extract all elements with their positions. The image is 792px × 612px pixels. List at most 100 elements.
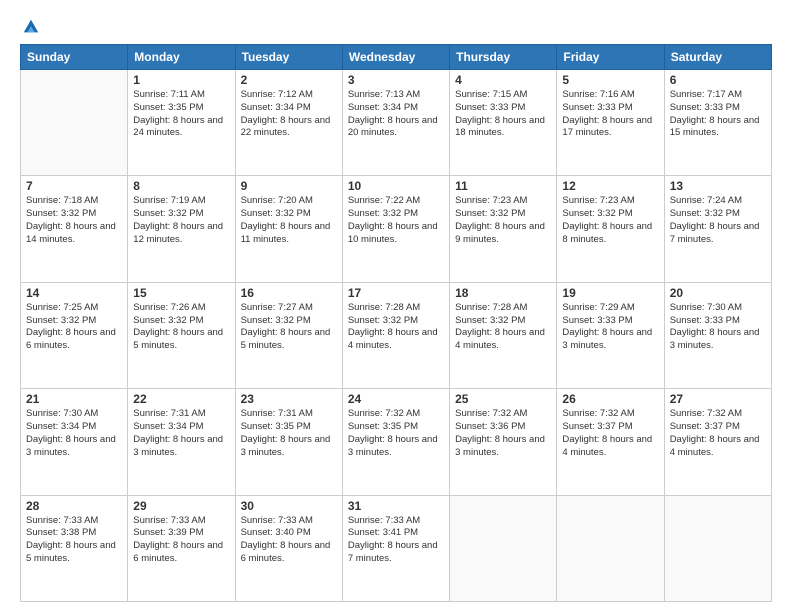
- calendar-cell: 9 Sunrise: 7:20 AM Sunset: 3:32 PM Daylig…: [235, 176, 342, 282]
- day-info: Sunrise: 7:11 AM Sunset: 3:35 PM Dayligh…: [133, 89, 229, 140]
- calendar-cell: 22 Sunrise: 7:31 AM Sunset: 3:34 PM Dayli…: [128, 389, 235, 495]
- header: [20, 18, 772, 36]
- calendar-cell: 31 Sunrise: 7:33 AM Sunset: 3:41 PM Dayli…: [342, 495, 449, 601]
- day-number: 25: [455, 392, 551, 406]
- calendar-cell: 14 Sunrise: 7:25 AM Sunset: 3:32 PM Dayli…: [21, 282, 128, 388]
- calendar-cell: [450, 495, 557, 601]
- calendar-cell: 21 Sunrise: 7:30 AM Sunset: 3:34 PM Dayli…: [21, 389, 128, 495]
- calendar-cell: 23Sunrise: 7:31 AM Sunset: 3:35 PM Dayli…: [235, 389, 342, 495]
- day-number: 3: [348, 73, 444, 87]
- weekday-header-wednesday: Wednesday: [342, 45, 449, 70]
- day-number: 4: [455, 73, 551, 87]
- day-number: 8: [133, 179, 229, 193]
- day-info: Sunrise: 7:33 AM Sunset: 3:38 PM Dayligh…: [26, 515, 122, 566]
- weekday-header-monday: Monday: [128, 45, 235, 70]
- calendar-cell: 24 Sunrise: 7:32 AM Sunset: 3:35 PM Dayli…: [342, 389, 449, 495]
- calendar-cell: 28 Sunrise: 7:33 AM Sunset: 3:38 PM Dayli…: [21, 495, 128, 601]
- day-info: Sunrise: 7:32 AM Sunset: 3:36 PM Dayligh…: [455, 408, 551, 459]
- day-info: Sunrise: 7:28 AM Sunset: 3:32 PM Dayligh…: [348, 302, 444, 353]
- day-info: Sunrise: 7:20 AM Sunset: 3:32 PM Dayligh…: [241, 195, 337, 246]
- day-info: Sunrise: 7:23 AM Sunset: 3:32 PM Dayligh…: [562, 195, 658, 246]
- calendar-table: SundayMondayTuesdayWednesdayThursdayFrid…: [20, 44, 772, 602]
- calendar-cell: [557, 495, 664, 601]
- calendar-cell: 18 Sunrise: 7:28 AM Sunset: 3:32 PM Dayli…: [450, 282, 557, 388]
- day-number: 14: [26, 286, 122, 300]
- day-info: Sunrise: 7:32 AM Sunset: 3:37 PM Dayligh…: [562, 408, 658, 459]
- day-number: 12: [562, 179, 658, 193]
- day-number: 31: [348, 499, 444, 513]
- calendar-cell: 5Sunrise: 7:16 AM Sunset: 3:33 PM Daylig…: [557, 70, 664, 176]
- page: SundayMondayTuesdayWednesdayThursdayFrid…: [0, 0, 792, 612]
- calendar-cell: 6 Sunrise: 7:17 AM Sunset: 3:33 PM Daylig…: [664, 70, 771, 176]
- day-info: Sunrise: 7:32 AM Sunset: 3:37 PM Dayligh…: [670, 408, 766, 459]
- day-number: 30: [241, 499, 337, 513]
- day-info: Sunrise: 7:23 AM Sunset: 3:32 PM Dayligh…: [455, 195, 551, 246]
- day-number: 6: [670, 73, 766, 87]
- day-number: 13: [670, 179, 766, 193]
- calendar-cell: 19 Sunrise: 7:29 AM Sunset: 3:33 PM Dayli…: [557, 282, 664, 388]
- day-number: 9: [241, 179, 337, 193]
- day-number: 18: [455, 286, 551, 300]
- day-number: 26: [562, 392, 658, 406]
- day-info: Sunrise: 7:28 AM Sunset: 3:32 PM Dayligh…: [455, 302, 551, 353]
- calendar-cell: 1 Sunrise: 7:11 AM Sunset: 3:35 PM Daylig…: [128, 70, 235, 176]
- day-number: 1: [133, 73, 229, 87]
- day-number: 22: [133, 392, 229, 406]
- day-number: 15: [133, 286, 229, 300]
- day-info: Sunrise: 7:25 AM Sunset: 3:32 PM Dayligh…: [26, 302, 122, 353]
- day-number: 11: [455, 179, 551, 193]
- day-number: 27: [670, 392, 766, 406]
- calendar-cell: 3Sunrise: 7:13 AM Sunset: 3:34 PM Daylig…: [342, 70, 449, 176]
- day-number: 24: [348, 392, 444, 406]
- calendar-cell: 4 Sunrise: 7:15 AM Sunset: 3:33 PM Daylig…: [450, 70, 557, 176]
- week-row-3: 14 Sunrise: 7:25 AM Sunset: 3:32 PM Dayli…: [21, 282, 772, 388]
- calendar-cell: 12 Sunrise: 7:23 AM Sunset: 3:32 PM Dayli…: [557, 176, 664, 282]
- week-row-2: 7 Sunrise: 7:18 AM Sunset: 3:32 PM Daylig…: [21, 176, 772, 282]
- weekday-header-row: SundayMondayTuesdayWednesdayThursdayFrid…: [21, 45, 772, 70]
- calendar-cell: 27 Sunrise: 7:32 AM Sunset: 3:37 PM Dayli…: [664, 389, 771, 495]
- day-info: Sunrise: 7:24 AM Sunset: 3:32 PM Dayligh…: [670, 195, 766, 246]
- calendar-cell: 10 Sunrise: 7:22 AM Sunset: 3:32 PM Dayli…: [342, 176, 449, 282]
- calendar-cell: 7 Sunrise: 7:18 AM Sunset: 3:32 PM Daylig…: [21, 176, 128, 282]
- calendar-cell: 15 Sunrise: 7:26 AM Sunset: 3:32 PM Dayli…: [128, 282, 235, 388]
- day-number: 28: [26, 499, 122, 513]
- day-info: Sunrise: 7:27 AM Sunset: 3:32 PM Dayligh…: [241, 302, 337, 353]
- weekday-header-friday: Friday: [557, 45, 664, 70]
- weekday-header-saturday: Saturday: [664, 45, 771, 70]
- day-info: Sunrise: 7:17 AM Sunset: 3:33 PM Dayligh…: [670, 89, 766, 140]
- day-info: Sunrise: 7:32 AM Sunset: 3:35 PM Dayligh…: [348, 408, 444, 459]
- day-number: 19: [562, 286, 658, 300]
- day-number: 16: [241, 286, 337, 300]
- calendar-cell: 26 Sunrise: 7:32 AM Sunset: 3:37 PM Dayli…: [557, 389, 664, 495]
- day-info: Sunrise: 7:33 AM Sunset: 3:41 PM Dayligh…: [348, 515, 444, 566]
- day-number: 21: [26, 392, 122, 406]
- day-info: Sunrise: 7:26 AM Sunset: 3:32 PM Dayligh…: [133, 302, 229, 353]
- week-row-1: 1 Sunrise: 7:11 AM Sunset: 3:35 PM Daylig…: [21, 70, 772, 176]
- calendar-cell: 17Sunrise: 7:28 AM Sunset: 3:32 PM Dayli…: [342, 282, 449, 388]
- calendar-cell: 25 Sunrise: 7:32 AM Sunset: 3:36 PM Dayli…: [450, 389, 557, 495]
- calendar-cell: [664, 495, 771, 601]
- day-number: 23: [241, 392, 337, 406]
- day-info: Sunrise: 7:29 AM Sunset: 3:33 PM Dayligh…: [562, 302, 658, 353]
- day-info: Sunrise: 7:18 AM Sunset: 3:32 PM Dayligh…: [26, 195, 122, 246]
- logo-icon: [22, 18, 40, 36]
- day-info: Sunrise: 7:30 AM Sunset: 3:34 PM Dayligh…: [26, 408, 122, 459]
- calendar-cell: 13 Sunrise: 7:24 AM Sunset: 3:32 PM Dayli…: [664, 176, 771, 282]
- day-info: Sunrise: 7:33 AM Sunset: 3:39 PM Dayligh…: [133, 515, 229, 566]
- day-info: Sunrise: 7:12 AM Sunset: 3:34 PM Dayligh…: [241, 89, 337, 140]
- calendar-cell: 8 Sunrise: 7:19 AM Sunset: 3:32 PM Daylig…: [128, 176, 235, 282]
- calendar-cell: 16 Sunrise: 7:27 AM Sunset: 3:32 PM Dayli…: [235, 282, 342, 388]
- day-info: Sunrise: 7:15 AM Sunset: 3:33 PM Dayligh…: [455, 89, 551, 140]
- day-number: 10: [348, 179, 444, 193]
- day-info: Sunrise: 7:22 AM Sunset: 3:32 PM Dayligh…: [348, 195, 444, 246]
- week-row-5: 28 Sunrise: 7:33 AM Sunset: 3:38 PM Dayli…: [21, 495, 772, 601]
- day-info: Sunrise: 7:33 AM Sunset: 3:40 PM Dayligh…: [241, 515, 337, 566]
- day-number: 29: [133, 499, 229, 513]
- day-info: Sunrise: 7:31 AM Sunset: 3:34 PM Dayligh…: [133, 408, 229, 459]
- weekday-header-sunday: Sunday: [21, 45, 128, 70]
- day-info: Sunrise: 7:19 AM Sunset: 3:32 PM Dayligh…: [133, 195, 229, 246]
- calendar-cell: 11 Sunrise: 7:23 AM Sunset: 3:32 PM Dayli…: [450, 176, 557, 282]
- calendar-cell: 29 Sunrise: 7:33 AM Sunset: 3:39 PM Dayli…: [128, 495, 235, 601]
- day-info: Sunrise: 7:16 AM Sunset: 3:33 PM Dayligh…: [562, 89, 658, 140]
- day-number: 7: [26, 179, 122, 193]
